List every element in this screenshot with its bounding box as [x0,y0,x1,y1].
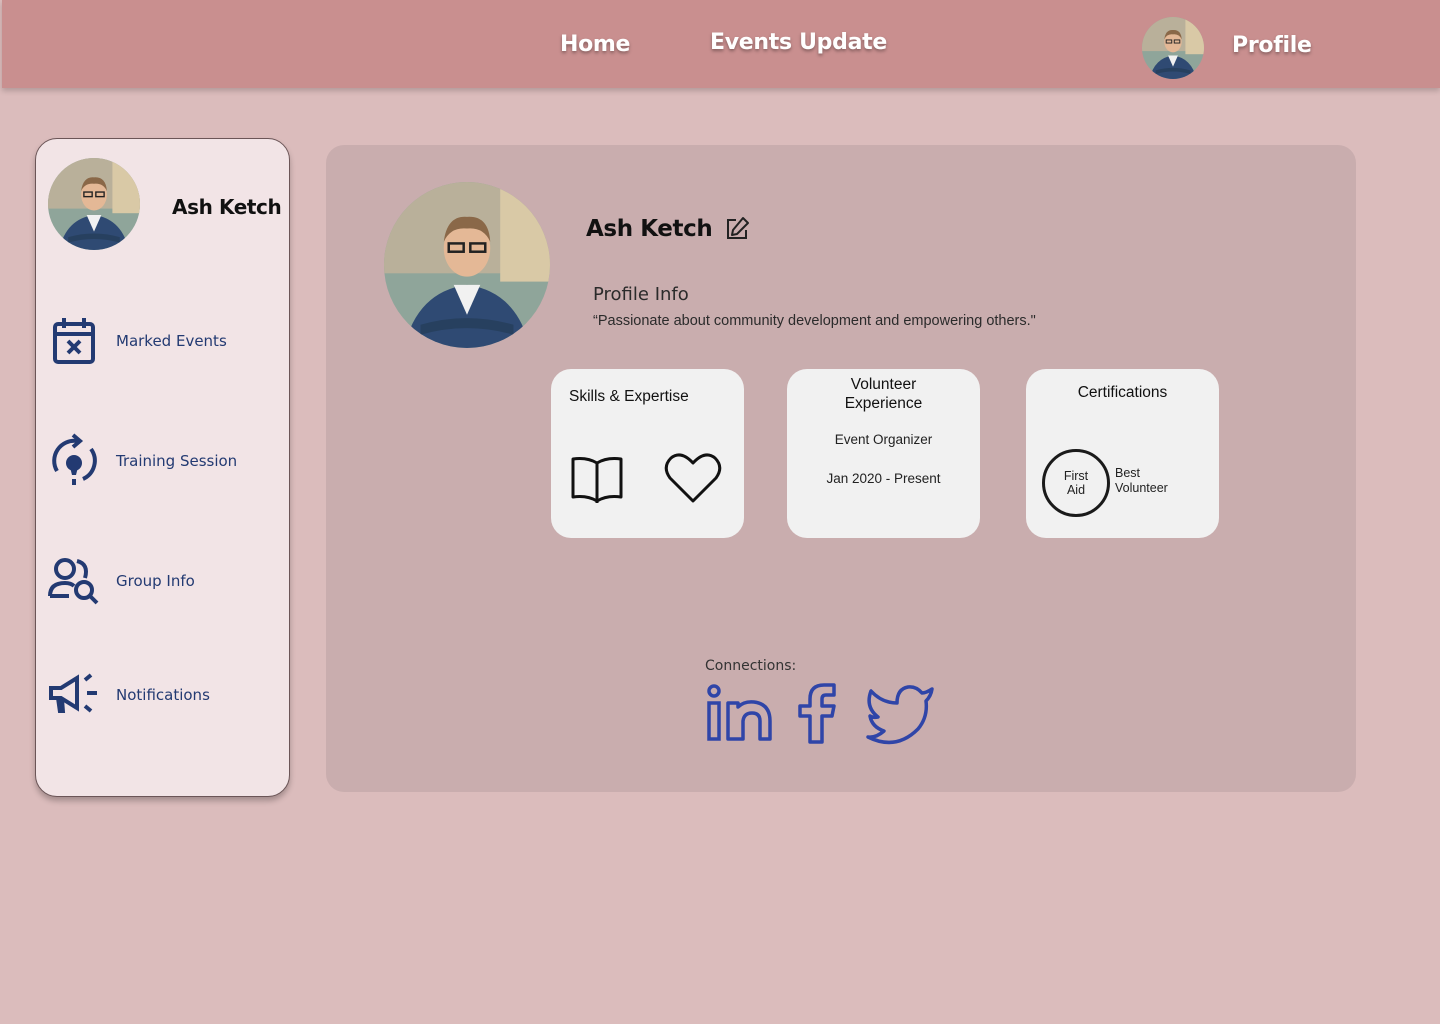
connections-label: Connections: [705,658,797,674]
sidebar-user-name: Ash Ketch [172,195,282,219]
calendar-x-icon [46,313,102,369]
certification-item: Best Volunteer [1115,466,1168,495]
linkedin-icon[interactable] [706,683,774,743]
edit-icon[interactable] [724,216,750,242]
sidebar-item-group-info[interactable]: Group Info [46,553,195,609]
profile-avatar [384,182,550,348]
profile-name-row: Ash Ketch [586,216,750,242]
volunteer-role: Event Organizer [834,432,933,447]
skills-card: Skills & Expertise [551,369,744,538]
certifications-card: Certifications First Aid Best Volunteer [1026,369,1219,538]
book-icon[interactable] [569,451,625,507]
top-avatar[interactable] [1142,17,1204,79]
avatar-photo [48,158,140,250]
top-navigation-bar: Home Events Update Profile [2,0,1440,88]
avatar-photo [384,182,550,348]
volunteer-dates: Jan 2020 - Present [826,471,941,486]
profile-bio: “Passionate about community development … [593,313,1036,329]
nav-profile-link[interactable]: Profile [1232,33,1312,58]
profile-name: Ash Ketch [586,216,713,242]
nav-events-update-link[interactable]: Events Update [710,30,887,55]
first-aid-badge-label: First Aid [1063,469,1089,497]
profile-info-title: Profile Info [593,284,689,305]
sidebar: Ash Ketch Marked Events Training Session… [35,138,290,797]
facebook-icon[interactable] [796,683,840,745]
first-aid-badge: First Aid [1042,449,1110,517]
sidebar-item-training-session[interactable]: Training Session [46,433,237,489]
sidebar-item-notifications[interactable]: Notifications [46,667,210,723]
twitter-icon[interactable] [866,683,936,745]
volunteer-card-title: Volunteer Experience [844,376,923,412]
heart-icon[interactable] [664,451,722,505]
megaphone-icon [46,667,102,723]
lightbulb-refresh-icon [46,433,102,489]
sidebar-item-label: Marked Events [116,332,227,350]
sidebar-item-label: Training Session [116,452,238,470]
volunteer-card: Volunteer Experience Event Organizer Jan… [787,369,980,538]
sidebar-item-label: Notifications [116,686,210,704]
sidebar-avatar [48,158,140,250]
skills-card-title: Skills & Expertise [569,388,689,405]
user-search-icon [46,553,102,609]
sidebar-item-label: Group Info [116,572,195,590]
profile-panel: Ash Ketch Profile Info “Passionate about… [326,145,1356,792]
avatar-photo [1142,17,1204,79]
certifications-card-title: Certifications [1077,384,1168,401]
nav-home-link[interactable]: Home [560,32,630,57]
sidebar-item-marked-events[interactable]: Marked Events [46,313,227,369]
